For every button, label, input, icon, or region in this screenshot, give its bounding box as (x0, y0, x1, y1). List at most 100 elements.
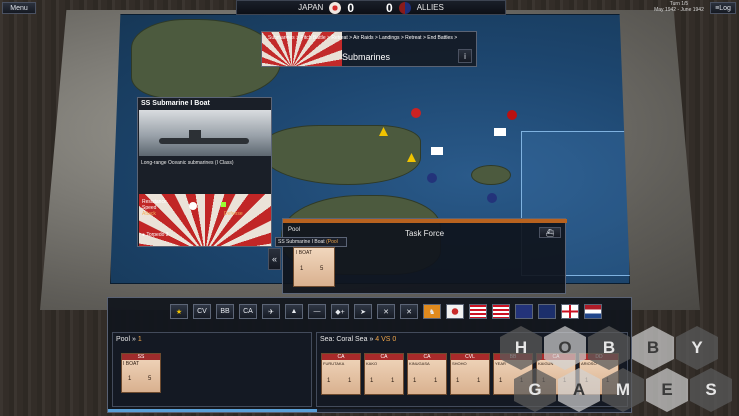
task-force-action-button[interactable]: ⛴ (539, 227, 561, 238)
stat-defense: Defense (224, 211, 243, 217)
task-force-panel: Pool Task Force ⛴ I BOAT 1 5 (282, 218, 567, 294)
japan-label: JAPAN (298, 3, 324, 12)
counter-name: SHOHO (452, 361, 467, 366)
info-button[interactable]: i (458, 49, 472, 63)
filter-plane-button[interactable]: ✈ (262, 304, 280, 319)
watermark-letter: H (500, 326, 542, 370)
flag-uk-white-icon[interactable] (561, 304, 579, 319)
flag-australia-icon[interactable] (538, 304, 556, 319)
menu-label: Menu (10, 4, 28, 12)
flag-marker[interactable] (494, 128, 506, 136)
watermark-letter: O (544, 326, 586, 370)
cross-plane-2-icon: ✕ (406, 308, 412, 316)
bomber-icon: ▲ (290, 308, 298, 315)
torpedo-label: Torpedo 3 (146, 232, 169, 238)
filter-ship-plus-button[interactable]: ◆+ (331, 304, 349, 319)
ship-counter[interactable]: CA KINUGASA 1 1 (407, 353, 447, 395)
counter-right-value: 1 (434, 378, 438, 384)
task-force-title: Task Force (405, 229, 445, 238)
rising-sun-background: Resistance Speed Attack Defense ● Torped… (139, 194, 271, 246)
filter-star-button[interactable]: ★ (170, 304, 188, 319)
allied-unit-marker[interactable] (487, 193, 497, 203)
cv-icon: CV (197, 308, 207, 315)
bb-icon: BB (220, 308, 230, 315)
info-icon: i (464, 51, 466, 61)
watermark-letter: S (690, 368, 732, 412)
counter-right-value: 5 (320, 266, 324, 272)
filter-boot-button[interactable]: ♞ (423, 304, 441, 319)
watermark-letter: M (602, 368, 644, 412)
counter-name: KAKO (366, 361, 378, 366)
menu-button[interactable]: Menu (2, 2, 36, 14)
counter-name: KINUGASA (409, 361, 430, 366)
filter-cross-plane-button[interactable]: ✕ (377, 304, 395, 319)
asia-landmass (131, 19, 281, 99)
japan-score: 0 (347, 0, 355, 15)
flag-uk-icon[interactable] (515, 304, 533, 319)
japanese-unit-marker[interactable] (507, 110, 517, 120)
filter-bomber-button[interactable]: ▲ (285, 304, 303, 319)
stat-marker (189, 202, 197, 210)
flag-japan-icon[interactable] (446, 304, 464, 319)
japan-flag-icon (329, 1, 342, 14)
flag-netherlands-icon[interactable] (584, 304, 602, 319)
dash-icon: — (313, 308, 321, 315)
flag-us-icon[interactable] (469, 304, 487, 319)
ship-counter[interactable]: CA FURUTAKA 1 1 (321, 353, 361, 395)
submarine-photo (139, 110, 271, 156)
unit-counter[interactable]: I BOAT 1 5 (293, 247, 335, 287)
submarine-tower (189, 130, 201, 139)
phase-breadcrumb: Submarines > Pitch Battle > Retreat > Ai… (268, 35, 458, 41)
stat-attack: Attack (142, 211, 156, 217)
filter-cv-button[interactable]: CV (193, 304, 211, 319)
log-button[interactable]: ≡ Log (710, 2, 736, 14)
ship-counter[interactable]: CVL SHOHO 1 1 (450, 353, 490, 395)
chevron-right-icon: » (131, 336, 136, 343)
island (471, 165, 511, 185)
ca-icon: CA (243, 308, 253, 315)
allies-score: 0 (386, 0, 393, 15)
selected-unit-suffix: (Pool (326, 239, 338, 245)
phase-panel: Submarines > Pitch Battle > Retreat > Ai… (261, 31, 477, 67)
turn-indicator: Turn 1/5 May 1942 - June 1942 (650, 1, 708, 15)
sea-header: Sea: Coral Sea » 4 VS 0 (320, 336, 396, 343)
unit-card-title: SS Submarine I Boat (141, 100, 210, 107)
unit-card: SS Submarine I Boat Long-range Oceanic s… (137, 97, 272, 247)
sea-vs-text: 4 VS 0 (375, 336, 397, 343)
watermark-letter: B (588, 326, 630, 370)
counter-name: I BOAT (123, 361, 140, 367)
flag-marker[interactable] (431, 147, 443, 155)
unit-card-subtitle: Long-range Oceanic submarines (I Class) (141, 160, 234, 166)
collapse-button[interactable]: « (268, 248, 281, 270)
filter-cross-plane-2-button[interactable]: ✕ (400, 304, 418, 319)
japanese-unit-marker[interactable] (411, 108, 421, 118)
counter-right-value: 1 (348, 378, 352, 384)
flag-us-icon[interactable] (492, 304, 510, 319)
counter-name: FURUTAKA (323, 361, 345, 366)
submarine-hull (159, 138, 249, 144)
ship-arrow-icon: ➤ (360, 308, 366, 316)
allied-unit-marker[interactable] (427, 173, 437, 183)
counter-left-value: 1 (327, 378, 331, 384)
ship-counter[interactable]: CA KAKO 1 1 (364, 353, 404, 395)
counter-left-value: 1 (128, 376, 132, 382)
tab-pool[interactable]: Pool (288, 227, 300, 233)
counter-left-value: 1 (413, 378, 417, 384)
filter-bb-button[interactable]: BB (216, 304, 234, 319)
new-guinea-landmass (261, 125, 421, 185)
scroll-thumb[interactable] (108, 409, 318, 412)
ship-plus-icon: ◆+ (335, 308, 345, 316)
chevron-right-icon: » (369, 336, 374, 343)
turn-dates: May 1942 - June 1942 (654, 7, 704, 13)
filter-dash-button[interactable]: — (308, 304, 326, 319)
cross-plane-icon: ✕ (383, 308, 389, 316)
counter-left-value: 1 (456, 378, 460, 384)
filter-ca-button[interactable]: CA (239, 304, 257, 319)
watermark-line-1: HOBBY (500, 326, 718, 370)
pool-title: Pool (116, 336, 131, 343)
log-label: Log (719, 4, 731, 12)
pool-unit-counter[interactable]: SS I BOAT 1 5 (121, 353, 161, 393)
filter-ship-arrow-button[interactable]: ➤ (354, 304, 372, 319)
stat-marker (221, 202, 226, 207)
allies-flag-icon (398, 1, 411, 14)
